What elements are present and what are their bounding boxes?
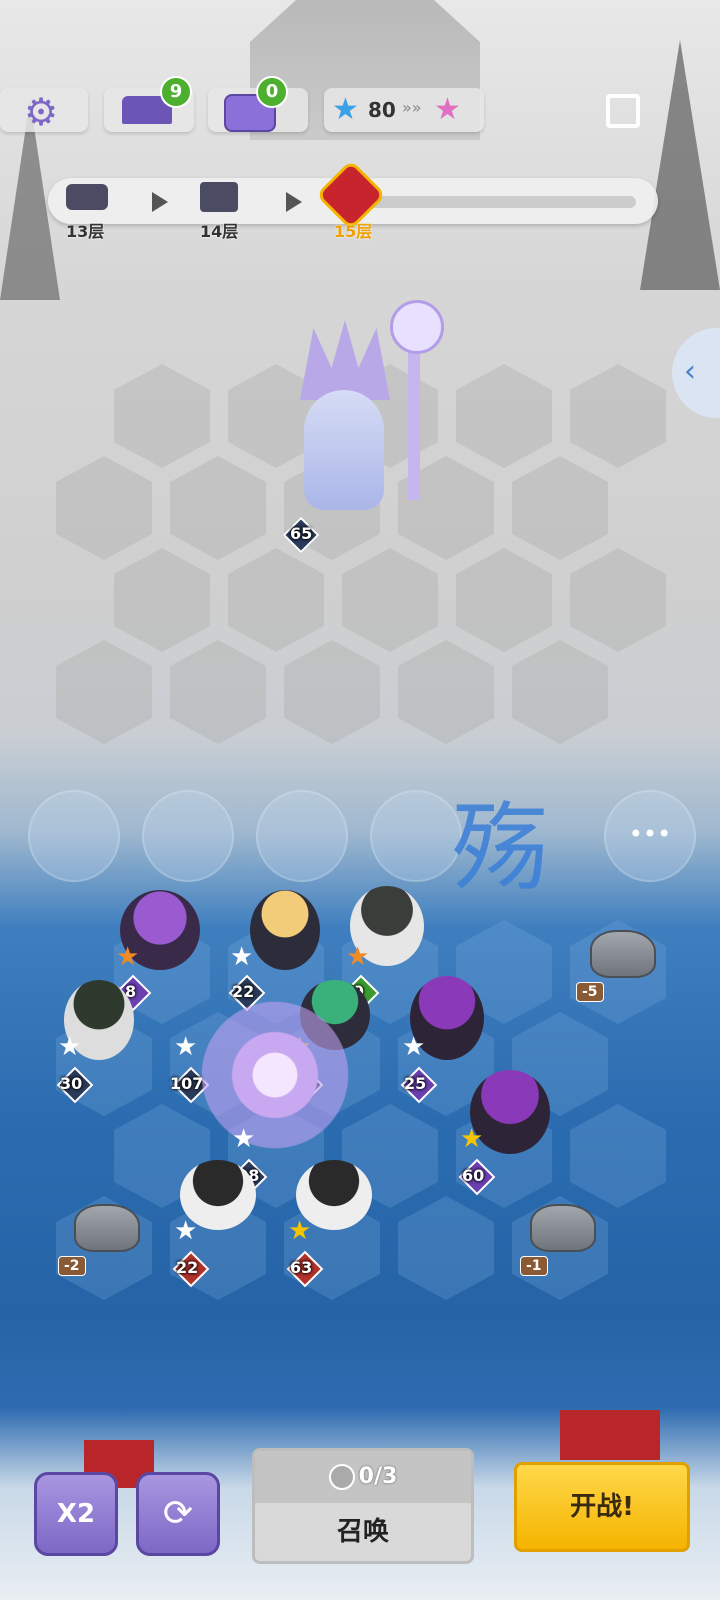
star-count: 80 [368,98,396,122]
chest-button[interactable]: 0 [208,76,308,132]
rock-value: -2 [58,1256,86,1276]
boss-level: 65 [290,524,313,543]
enemy-hex [342,548,438,652]
unit-level: 63 [290,1258,313,1277]
enemy-hex [284,640,380,744]
arrows-icon: »» [402,98,422,117]
ice-queen-boss[interactable] [270,300,470,520]
summon-count: 0/3 [358,1464,398,1489]
arrow-right-icon [152,192,168,212]
floor-15-label: 15层 [334,222,373,241]
enemy-hex [170,456,266,560]
enemy-hex [114,364,210,468]
star-icon: ★ [116,942,140,972]
player-hex[interactable] [570,1104,666,1208]
unit-level: 25 [404,1074,427,1093]
rock-obstacle[interactable] [74,1204,140,1252]
enemy-hex [228,548,324,652]
star-icon: ★ [288,1216,312,1246]
unit-level: 60 [462,1166,485,1185]
enemy-hex [570,364,666,468]
game-scene: ⚙ 9 0 ★ 80 »» ★ 13层 14层 15层 ‹ 65 ••• 殇 ★… [0,0,720,1600]
enemy-hex [114,548,210,652]
arrow-right-icon [286,192,302,212]
unit-maid[interactable] [250,890,320,970]
floor-14-anvil-icon [200,182,238,212]
floor-13-chest-icon [66,184,108,210]
enemy-hex [456,548,552,652]
enemy-hex [56,640,152,744]
enemy-hex [170,640,266,744]
star-icon: ★ [58,1032,82,1062]
rock-value: -5 [576,982,604,1002]
enemy-hex [512,640,608,744]
speed-x2-button[interactable]: X2 [34,1472,118,1556]
summon-button[interactable]: 0/3 召唤 [252,1448,474,1564]
player-hex[interactable] [398,1196,494,1300]
chevron-left-icon: ‹ [684,354,696,389]
star-icon: ★ [230,942,254,972]
summon-cost: 0/3 [255,1451,471,1503]
star-icon: ★ [346,942,370,972]
more-icon: ••• [628,820,672,848]
gear-icon: ⚙ [24,90,59,134]
enemy-hex [570,548,666,652]
star-icon: ★ [174,1216,198,1246]
rainbow-star-icon: ★ [434,92,461,127]
enemy-hex [398,640,494,744]
anvil-count-badge: 9 [160,76,192,108]
unit-level: 22 [232,982,255,1001]
rock-obstacle[interactable] [590,930,656,978]
side-panel-toggle[interactable]: ‹ [672,328,720,418]
chest-count-badge: 0 [256,76,288,108]
unit-level: 22 [176,1258,199,1277]
enemy-hex [56,456,152,560]
unit-level: 30 [60,1074,83,1093]
enemy-hex [512,456,608,560]
background-tree-right [640,40,720,290]
rock-value: -1 [520,1256,548,1276]
start-battle-button[interactable]: 开战! [514,1462,690,1552]
bench-slot[interactable] [256,790,348,882]
share-icon[interactable] [606,94,640,128]
summon-label: 召唤 [336,1517,389,1547]
coin-icon [328,1464,355,1490]
flag-decoration [560,1410,660,1460]
bench-slot[interactable] [370,790,462,882]
blue-star-icon: ★ [332,92,359,127]
star-upgrade-panel[interactable]: ★ 80 »» ★ [324,88,484,132]
star-icon: ★ [232,1124,256,1154]
star-icon: ★ [402,1032,426,1062]
watermark-text: 殇 [452,792,548,904]
bench-slot[interactable] [142,790,234,882]
floor-13-label: 13层 [66,222,105,241]
unit-angel-warrior[interactable] [180,1000,370,1150]
bench-slot[interactable] [28,790,120,882]
enemy-hex [456,364,552,468]
refresh-button[interactable]: ⟳ [136,1472,220,1556]
more-bench-button[interactable]: ••• [604,790,696,882]
settings-button[interactable]: ⚙ [0,88,88,134]
star-icon: ★ [460,1124,484,1154]
anvil-button[interactable]: 9 [104,76,194,132]
refresh-icon: ⟳ [162,1493,194,1534]
rock-obstacle[interactable] [530,1204,596,1252]
floor-14-label: 14层 [200,222,239,241]
